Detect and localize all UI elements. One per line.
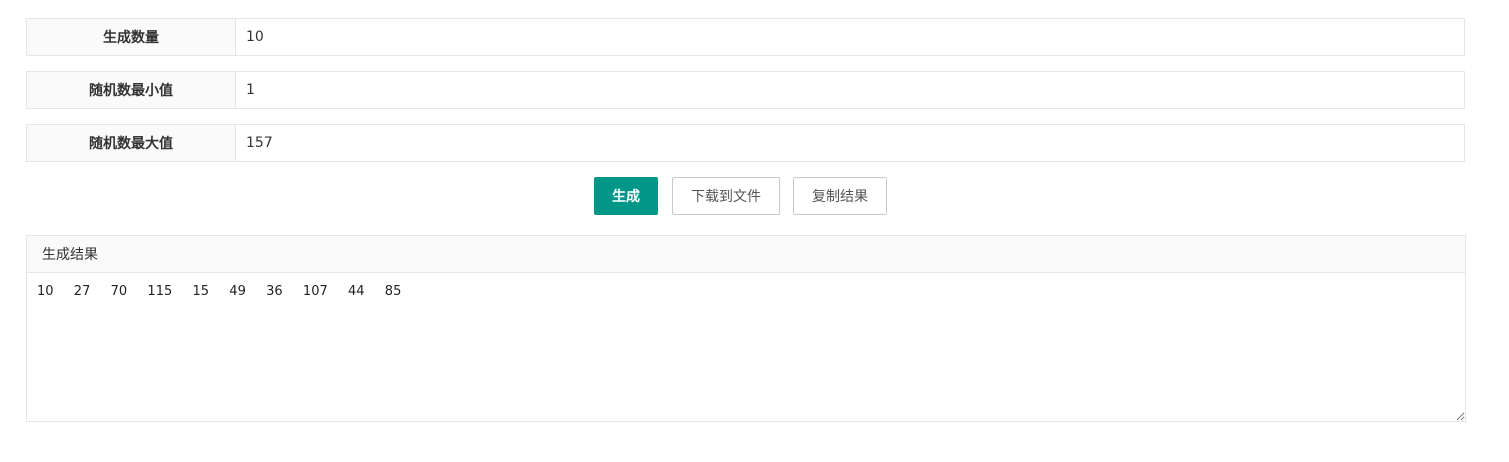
max-label: 随机数最大值 [27,125,236,161]
count-input[interactable] [236,19,1464,55]
copy-result-button[interactable]: 复制结果 [793,177,887,215]
count-row: 生成数量 [26,18,1465,56]
result-textarea[interactable]: 10 27 70 115 15 49 36 107 44 85 [27,273,1465,421]
min-input[interactable] [236,72,1464,108]
download-button[interactable]: 下载到文件 [672,177,780,215]
max-row: 随机数最大值 [26,124,1465,162]
count-label: 生成数量 [27,19,236,55]
result-title: 生成结果 [27,236,1465,273]
generate-button[interactable]: 生成 [594,177,658,215]
min-label: 随机数最小值 [27,72,236,108]
min-row: 随机数最小值 [26,71,1465,109]
max-input[interactable] [236,125,1464,161]
result-panel: 生成结果 10 27 70 115 15 49 36 107 44 85 [26,235,1466,422]
